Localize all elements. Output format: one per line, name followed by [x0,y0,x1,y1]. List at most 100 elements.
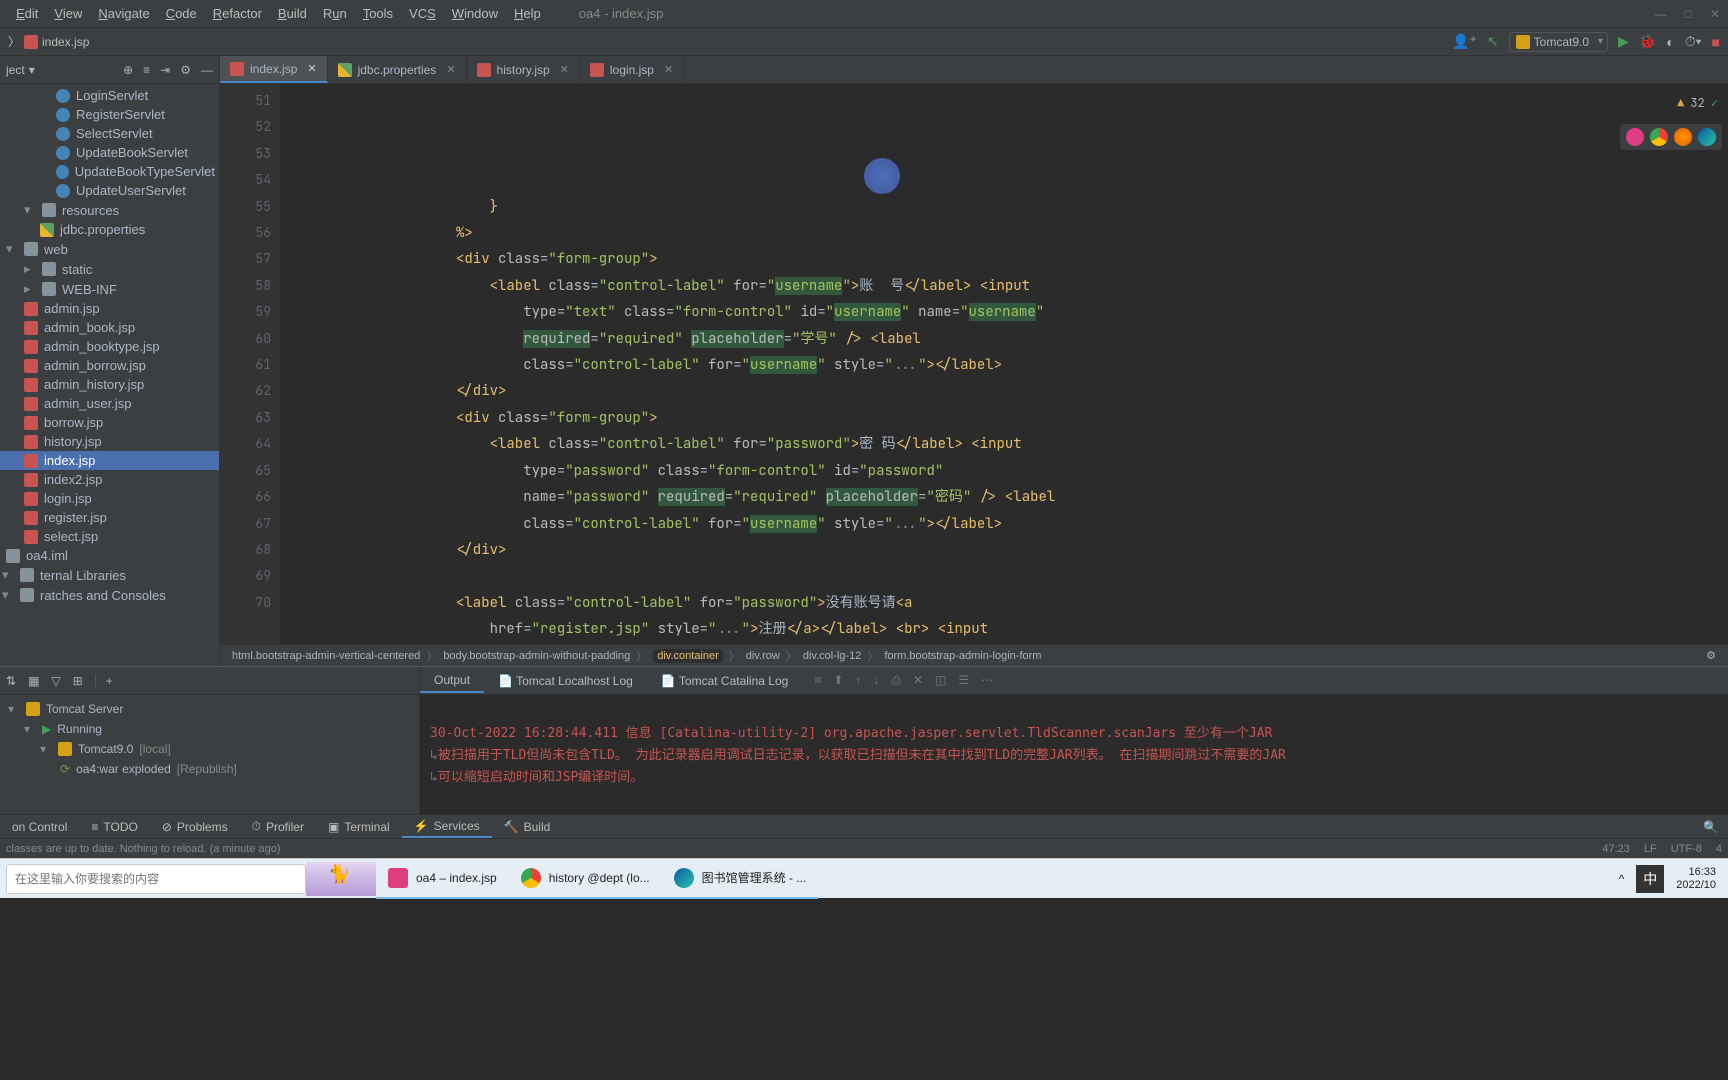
tree-item-register-jsp[interactable]: register.jsp [0,508,219,527]
tree-item-select-jsp[interactable]: select.jsp [0,527,219,546]
menu-window[interactable]: Window [444,2,506,25]
tree-item-ratches-and-consoles[interactable]: ▾ratches and Consoles [0,585,219,605]
expand-icon[interactable]: ≡ [143,63,150,77]
tree-item-admin_borrow-jsp[interactable]: admin_borrow.jsp [0,356,219,375]
menu-edit[interactable]: Edit [8,2,46,25]
cursor-position[interactable]: 47:23 [1602,843,1630,855]
indent[interactable]: 4 [1716,843,1722,855]
expand-all-icon[interactable]: ⇅ [6,674,16,688]
breadcrumb-segment[interactable]: div.container [653,649,723,663]
line-ending[interactable]: LF [1644,843,1657,855]
tree-item-web-inf[interactable]: ▸WEB-INF [0,279,219,299]
profiler-button[interactable]: ⏱▾ [1685,33,1702,50]
tree-item-ternal-libraries[interactable]: ▾ternal Libraries [0,565,219,585]
tree-item-admin_book-jsp[interactable]: admin_book.jsp [0,318,219,337]
project-tree[interactable]: LoginServletRegisterServletSelectServlet… [0,84,219,666]
terminal-tab[interactable]: ▣ Terminal [316,817,402,837]
stop-button[interactable]: ■ [1712,34,1720,50]
tray-time[interactable]: 16:33 [1676,866,1716,879]
services-tree[interactable]: ▾ Tomcat Server ▾ ▶ Running ▾ Tomcat9.0 … [0,695,419,814]
menu-code[interactable]: Code [158,2,205,25]
breadcrumb-settings-icon[interactable]: ⚙ [1706,649,1716,662]
taskbar-app-chrome[interactable]: history @dept (lo... [509,859,662,899]
tree-item-borrow-jsp[interactable]: borrow.jsp [0,413,219,432]
tree-item-jdbc-properties[interactable]: jdbc.properties [0,220,219,239]
tree-item-selectservlet[interactable]: SelectServlet [0,124,219,143]
menu-build[interactable]: Build [270,2,315,25]
print-icon[interactable]: ⎙ [891,673,901,688]
tree-item-admin_user-jsp[interactable]: admin_user.jsp [0,394,219,413]
breadcrumb[interactable]: 〉 index.jsp [8,33,89,50]
config-node[interactable]: ▾ Tomcat9.0 [local] [0,739,419,759]
tab-close-icon[interactable]: ✕ [664,63,673,76]
tree-item-loginservlet[interactable]: LoginServlet [0,86,219,105]
taskbar-app-ij[interactable]: oa4 – index.jsp [376,859,509,899]
tree-item-admin_booktype-jsp[interactable]: admin_booktype.jsp [0,337,219,356]
group-icon[interactable]: ▦ [28,674,39,688]
editor-content[interactable]: 5152535455565758596061626364656667686970… [220,84,1728,644]
split-icon[interactable]: ◫ [935,673,946,688]
maximize-icon[interactable]: □ [1685,7,1692,21]
tab-close-icon[interactable]: ✕ [307,62,316,75]
breadcrumb-segment[interactable]: div.row [746,650,780,662]
breadcrumb-segment[interactable]: html.bootstrap-admin-vertical-centered [232,650,420,662]
hammer-icon[interactable]: ↖ [1487,33,1499,50]
project-dropdown-icon[interactable]: ▾ [29,63,35,77]
search-icon[interactable]: 🔍 [1703,820,1728,834]
taskbar-widget[interactable] [306,862,376,896]
soft-wrap2-icon[interactable]: ☰ [958,673,969,688]
running-node[interactable]: ▾ ▶ Running [0,719,419,739]
scroll-up-icon[interactable]: ↑ [855,673,861,688]
warnings-indicator[interactable]: ▲ 32 ✓ [1677,90,1718,116]
catalina-log-tab[interactable]: 📄 Tomcat Catalina Log [647,670,802,692]
artifact-node[interactable]: ⟳ oa4:war exploded [Republish] [0,759,419,779]
tree-item-oa4-iml[interactable]: oa4.iml [0,546,219,565]
firefox-icon[interactable] [1674,128,1692,146]
tree-item-updateuserservlet[interactable]: UpdateUserServlet [0,181,219,200]
menu-vcs[interactable]: VCS [401,2,444,25]
code-area[interactable]: ▲ 32 ✓ } %> <div class="form-group"> [280,84,1728,644]
todo-tab[interactable]: ≡ TODO [79,817,149,837]
tray-date[interactable]: 2022/10 [1676,879,1716,892]
debug-button[interactable]: 🐞 [1639,33,1656,50]
breadcrumb-segment[interactable]: form.bootstrap-admin-login-form [884,650,1041,662]
tree-item-index-jsp[interactable]: index.jsp [0,451,219,470]
menu-view[interactable]: View [46,2,90,25]
close-icon[interactable]: ✕ [1710,7,1720,21]
tree-item-login-jsp[interactable]: login.jsp [0,489,219,508]
run-button[interactable]: ▶ [1618,33,1629,50]
tab-close-icon[interactable]: ✕ [446,63,455,76]
hide-icon[interactable]: — [201,63,213,77]
ime-indicator[interactable]: 中 [1636,865,1664,893]
services-tab[interactable]: ⚡ Services [402,816,492,838]
taskbar-app-edge[interactable]: 图书馆管理系统 - ... [662,859,819,899]
tab-close-icon[interactable]: ✕ [560,63,569,76]
settings-icon[interactable]: ⚙ [180,63,191,77]
tree-item-web[interactable]: ▾web [0,239,219,259]
breadcrumb-segment[interactable]: body.bootstrap-admin-without-padding [443,650,630,662]
add-user-icon[interactable]: 👤⁺ [1452,33,1477,50]
chrome-icon[interactable] [1650,128,1668,146]
console-output[interactable]: 30-Oct-2022 16:28:44.411 信息 [Catalina-ut… [420,695,1728,814]
tree-item-updatebooktypeservlet[interactable]: UpdateBookTypeServlet [0,162,219,181]
encoding[interactable]: UTF-8 [1671,843,1702,855]
more-icon[interactable]: ⋯ [981,673,993,688]
filter-icon[interactable]: ▽ [51,674,60,688]
menu-help[interactable]: Help [506,2,549,25]
profiler-tab[interactable]: ⏱ Profiler [240,816,316,837]
locate-icon[interactable]: ⊕ [123,63,133,77]
menu-tools[interactable]: Tools [355,2,401,25]
problems-tab[interactable]: ⊘ Problems [150,817,240,837]
output-tab[interactable]: Output [420,669,484,693]
editor-tab-jdbc-properties[interactable]: jdbc.properties✕ [328,56,467,83]
collapse-icon[interactable]: ⇥ [160,63,170,77]
tree-item-admin-jsp[interactable]: admin.jsp [0,299,219,318]
run-config-selector[interactable]: Tomcat9.0 [1509,32,1608,52]
tree-item-static[interactable]: ▸static [0,259,219,279]
layout-icon[interactable]: ⊞ [73,674,83,688]
tree-item-registerservlet[interactable]: RegisterServlet [0,105,219,124]
tree-item-index2-jsp[interactable]: index2.jsp [0,470,219,489]
clear-icon[interactable]: ✕ [913,673,923,688]
tree-item-admin_history-jsp[interactable]: admin_history.jsp [0,375,219,394]
localhost-log-tab[interactable]: 📄 Tomcat Localhost Log [484,670,647,692]
